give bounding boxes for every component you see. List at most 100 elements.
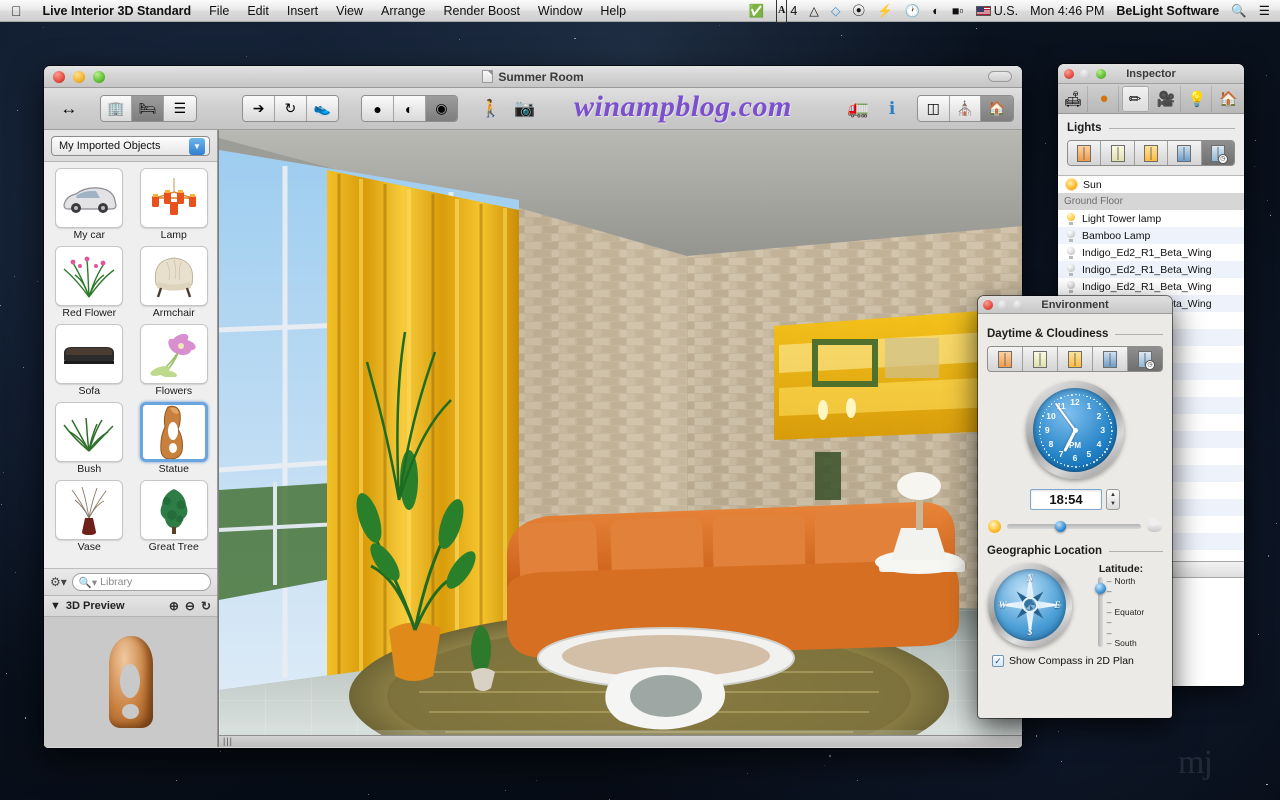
split-view-icon[interactable]: ◫ bbox=[917, 96, 950, 121]
sphere-flat-icon[interactable]: ● bbox=[362, 96, 394, 121]
library-item-statue[interactable]: Statue bbox=[135, 402, 214, 478]
checkbox-checked-icon[interactable]: ✓ bbox=[992, 655, 1004, 667]
light-preset-segmented-control[interactable]: ◷ bbox=[1067, 140, 1235, 166]
notification-center-icon[interactable]: ☰ bbox=[1253, 0, 1280, 22]
menu-insert[interactable]: Insert bbox=[278, 0, 327, 22]
daytime-preset-segmented-control[interactable]: ◷ bbox=[987, 346, 1163, 372]
environment-zoom-button[interactable] bbox=[1013, 299, 1023, 310]
material-sphere-tab-icon[interactable]: ● bbox=[1091, 85, 1119, 112]
menu-window[interactable]: Window bbox=[529, 0, 591, 22]
rotate-icon[interactable]: ↻ bbox=[201, 599, 211, 613]
sphere-render-icon[interactable]: ◉ bbox=[425, 96, 458, 121]
moving-truck-icon[interactable]: 🚛 bbox=[842, 94, 876, 124]
show-compass-row[interactable]: ✓ Show Compass in 2D Plan bbox=[978, 647, 1172, 667]
preview-header[interactable]: ▼ 3D Preview ⊕ ⊖ ↻ bbox=[44, 595, 217, 617]
cloudiness-slider-knob[interactable] bbox=[1055, 521, 1067, 532]
lights-list-item[interactable]: Indigo_Ed2_R1_Beta_Wing bbox=[1058, 278, 1244, 295]
menu-render-boost[interactable]: Render Boost bbox=[434, 0, 528, 22]
clock-face[interactable]: 11 10 9 8 7 6 5 4 3 2 1 12 PM bbox=[1033, 388, 1117, 472]
mode-segmented-control[interactable]: 🏢 🛏 ☰ bbox=[99, 95, 197, 122]
menu-user-name[interactable]: BeLight Software bbox=[1110, 0, 1225, 22]
resize-grip-icon[interactable]: ||| bbox=[223, 736, 233, 746]
latitude-slider[interactable] bbox=[1094, 577, 1106, 647]
menu-help[interactable]: Help bbox=[591, 0, 635, 22]
resize-arrows-icon[interactable]: ↔ bbox=[52, 94, 86, 124]
library-item-red-flower[interactable]: Red Flower bbox=[50, 246, 129, 322]
dropbox-icon[interactable]: ◇ bbox=[825, 0, 847, 22]
building-2d-plan-icon[interactable]: 🏢 bbox=[100, 96, 133, 121]
evernote-icon[interactable]: ⦿ bbox=[847, 0, 872, 22]
library-item-my-car[interactable]: My car bbox=[50, 168, 129, 244]
apple-icon[interactable]:  bbox=[0, 4, 34, 18]
furniture-tab-icon[interactable]: 🛋 bbox=[1060, 85, 1088, 112]
chevron-down-icon[interactable]: ▼ bbox=[189, 137, 205, 155]
battery-icon[interactable]: ■▫ bbox=[946, 0, 970, 22]
preview-viewport[interactable] bbox=[44, 617, 217, 747]
menu-app-name[interactable]: Live Interior 3D Standard bbox=[34, 0, 201, 22]
lights-list-item[interactable]: Light Tower lamp bbox=[1058, 210, 1244, 227]
menu-clock[interactable]: Mon 4:46 PM bbox=[1024, 0, 1110, 22]
zoom-button[interactable] bbox=[93, 70, 105, 83]
main-window-titlebar[interactable]: Summer Room bbox=[44, 66, 1022, 88]
latitude-slider-knob[interactable] bbox=[1094, 582, 1106, 594]
inspector-close-button[interactable] bbox=[1064, 68, 1074, 79]
light-bulb-tab-icon[interactable]: 💡 bbox=[1184, 85, 1212, 112]
minimize-button[interactable] bbox=[73, 70, 85, 83]
google-drive-icon[interactable]: △ bbox=[803, 0, 825, 22]
window-cool-preset[interactable] bbox=[1168, 141, 1202, 165]
compass-rose-icon[interactable]: N E S W bbox=[988, 563, 1072, 647]
library-item-armchair[interactable]: Armchair bbox=[135, 246, 214, 322]
window-neutral-preset[interactable] bbox=[1101, 141, 1135, 165]
cloudiness-slider[interactable] bbox=[1007, 521, 1141, 532]
environment-titlebar[interactable]: Environment bbox=[978, 296, 1172, 314]
disclosure-triangle-open[interactable]: ▼ bbox=[50, 600, 61, 612]
window-daytime-clock-preset[interactable]: ◷ bbox=[1128, 347, 1162, 371]
daytime-clock-control[interactable]: 11 10 9 8 7 6 5 4 3 2 1 12 PM bbox=[978, 381, 1172, 479]
house-tab-icon[interactable]: 🏠 bbox=[1215, 86, 1243, 112]
info-icon[interactable]: ℹ bbox=[875, 94, 909, 124]
library-item-vase[interactable]: Vase bbox=[50, 480, 129, 556]
checkmark-badge-icon[interactable]: ✅ bbox=[743, 0, 771, 22]
search-input[interactable]: 🔍▾ Library bbox=[71, 573, 211, 591]
lights-list-item[interactable]: Indigo_Ed2_R1_Beta_Wing bbox=[1058, 244, 1244, 261]
flash-icon[interactable]: ⚡ bbox=[871, 0, 899, 22]
zoom-out-icon[interactable]: ⊖ bbox=[185, 599, 195, 613]
environment-close-button[interactable] bbox=[983, 299, 993, 310]
inspector-minimize-button[interactable] bbox=[1080, 68, 1090, 79]
plan-and-house-icon[interactable]: ⛪ bbox=[949, 96, 982, 121]
wifi-icon[interactable]: ◐ bbox=[926, 0, 946, 22]
object-list-icon[interactable]: ☰ bbox=[164, 96, 196, 121]
furniture-3d-icon[interactable]: 🛏 bbox=[132, 96, 164, 121]
window-yellow-preset[interactable] bbox=[1058, 347, 1093, 371]
window-cool-preset[interactable] bbox=[1093, 347, 1128, 371]
lights-list-item[interactable]: Sun bbox=[1058, 176, 1244, 193]
time-machine-icon[interactable]: 🕐 bbox=[899, 0, 927, 22]
menu-view[interactable]: View bbox=[327, 0, 372, 22]
collection-popup-button[interactable]: My Imported Objects ▼ bbox=[51, 136, 210, 156]
time-stepper[interactable]: ▲ ▼ bbox=[1106, 489, 1120, 510]
library-item-great-tree[interactable]: Great Tree bbox=[135, 480, 214, 556]
camera-tab-icon[interactable]: 🎥 bbox=[1153, 85, 1181, 112]
3d-viewport[interactable]: ||| bbox=[218, 130, 1022, 747]
lights-list-item[interactable]: Bamboo Lamp bbox=[1058, 227, 1244, 244]
stepper-up-icon[interactable]: ▲ bbox=[1110, 492, 1116, 498]
compass-face[interactable]: N E S W bbox=[994, 569, 1066, 641]
view-layout-segmented-control[interactable]: ◫ ⛪ 🏠 bbox=[916, 95, 1014, 122]
house-3d-icon[interactable]: 🏠 bbox=[981, 96, 1013, 121]
tool-segmented-control[interactable]: ➔ ↻ 👟 bbox=[242, 95, 340, 122]
search-icon[interactable]: 🔍 bbox=[1225, 0, 1253, 22]
toolbar-toggle-pill[interactable] bbox=[988, 71, 1012, 82]
stepper-down-icon[interactable]: ▼ bbox=[1110, 501, 1116, 507]
menu-edit[interactable]: Edit bbox=[238, 0, 278, 22]
library-item-sofa[interactable]: Sofa bbox=[50, 324, 129, 400]
window-warm-preset[interactable] bbox=[1068, 141, 1102, 165]
window-neutral-preset[interactable] bbox=[1023, 347, 1058, 371]
pan-walk-icon[interactable]: 👟 bbox=[306, 96, 339, 121]
camera-icon[interactable]: 📷 bbox=[508, 94, 542, 124]
close-button[interactable] bbox=[53, 70, 65, 83]
zoom-in-icon[interactable]: ⊕ bbox=[169, 599, 179, 613]
input-source-indicator[interactable]: U.S. bbox=[970, 0, 1024, 22]
arrow-select-icon[interactable]: ➔ bbox=[243, 96, 275, 121]
library-item-flowers[interactable]: Flowers bbox=[135, 324, 214, 400]
edit-pencil-tab-icon[interactable]: ✏ bbox=[1121, 85, 1150, 112]
